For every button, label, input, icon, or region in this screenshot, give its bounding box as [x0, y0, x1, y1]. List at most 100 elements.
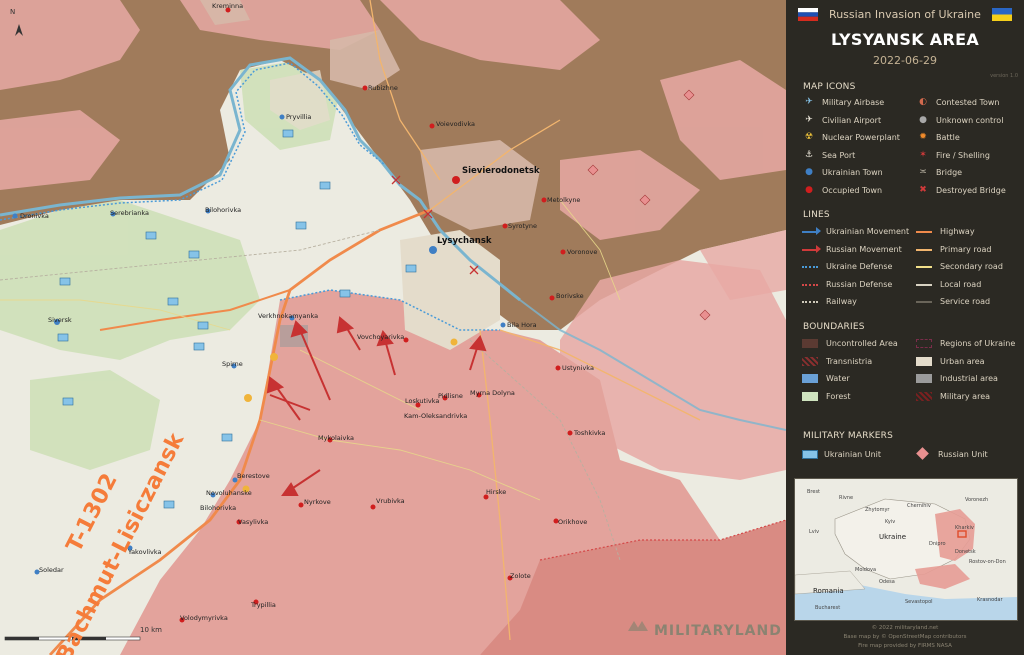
town-label: Trypillia: [251, 601, 276, 609]
credit-line: Fire map provided by FIRMS NASA: [858, 643, 952, 649]
legend-icon-label: Sea Port: [822, 150, 856, 160]
inset-label: Romania: [813, 587, 844, 595]
inset-label: Kyiv: [885, 519, 896, 525]
map-title: LYSYANSK AREA: [830, 30, 980, 49]
legend-boundary-swatch: [916, 356, 932, 366]
town-label: Soledar: [39, 566, 64, 574]
credit-line: © 2022 militaryland.net: [871, 625, 939, 631]
town-label: Pidlisne: [438, 392, 463, 400]
inset-label: Chernihiv: [907, 503, 931, 509]
legend-icon-label: Occupied Town: [822, 185, 883, 195]
ukrainian-unit-icon: [802, 450, 818, 459]
town-label: Serebrianka: [110, 209, 149, 217]
town-label-sievierodonetsk: Sievierodonetsk: [462, 166, 540, 176]
legend-line-swatch: [916, 266, 932, 268]
town-label: Ustynivka: [562, 364, 594, 372]
town-label: Spirne: [222, 360, 243, 368]
legend-icon-label: Nuclear Powerplant: [822, 133, 900, 142]
town-label: Metolkyne: [547, 196, 581, 204]
town-label: Vovchoyarivka: [357, 333, 405, 341]
inset-label: Bucharest: [815, 605, 841, 611]
inset-label: Sevastopol: [905, 599, 933, 605]
legend-line-label: Primary road: [940, 244, 992, 254]
legend-line-label: Secondary road: [940, 262, 1003, 271]
legend-icon-label: Destroyed Bridge: [936, 185, 1006, 195]
town-label: Toshkivka: [574, 429, 606, 437]
legend-icon-label: Battle: [936, 133, 960, 142]
legend-line-label: Russian Defense: [826, 279, 893, 289]
town-label: Novoluhanske: [206, 489, 252, 497]
legend-marker-label: Ukrainian Unit: [824, 450, 881, 459]
ukrainian-town-icon: ●: [805, 167, 813, 177]
legend-line-label: Russian Movement: [826, 244, 902, 254]
town-label: Berestove: [237, 472, 270, 480]
town-label: Syrotyne: [508, 222, 537, 230]
occupied-town-icon: ●: [805, 184, 813, 195]
inset-label: Kharkiv: [955, 525, 974, 531]
overview-inset-map: Brest Rivne Zhytomyr Kyiv Lviv Ukraine K…: [794, 478, 1018, 621]
battle-icon: ✹: [919, 132, 927, 142]
legend-boundary-swatch: [916, 374, 932, 383]
scale-label: 10 km: [140, 626, 163, 634]
legend-icon-label: Civilian Airport: [822, 115, 882, 125]
town-label: Hirske: [486, 488, 507, 496]
destroyed-bridge-icon: ✖: [919, 184, 927, 195]
map-canvas[interactable]: N Sievierodonetsk Lysychansk Kreminna Ru…: [0, 0, 786, 655]
town-label: Bila Hora: [507, 321, 537, 329]
town-label-lysychansk: Lysychansk: [437, 236, 492, 246]
legend-line-swatch: [802, 301, 818, 303]
inset-label: Ukraine: [879, 533, 907, 541]
town-label: Verkhnokamyanka: [258, 312, 319, 320]
credit-line: Base map by © OpenStreetMap contributors: [843, 634, 967, 640]
legend-line-label: Railway: [826, 297, 857, 306]
town-label: Bilohorivka: [200, 504, 237, 512]
legend-line-label: Ukraine Defense: [826, 262, 893, 271]
anchor-icon: ⚓: [804, 149, 814, 160]
legend-map-icons-title: MAP ICONS: [803, 82, 856, 92]
town-label: Mykolaivka: [318, 434, 355, 442]
fire-icon: ✶: [919, 149, 927, 160]
legend-boundary-swatch: [916, 391, 932, 401]
inset-label: Odesa: [879, 579, 895, 585]
contested-town-icon: ◐: [919, 97, 927, 107]
town-label: Loskutivka: [405, 397, 440, 405]
nuclear-icon: ☢: [804, 132, 814, 142]
map-version: version 1.0: [990, 73, 1018, 79]
legend-icon-label: Unknown control: [936, 115, 1004, 125]
town-label: Siversk: [48, 316, 72, 324]
legend-boundary-label: Forest: [826, 391, 851, 401]
legend-boundary-label: Military area: [940, 391, 991, 401]
legend-panel: Russian Invasion of Ukraine LYSYANSK ARE…: [786, 0, 1024, 655]
legend-boundary-swatch: [802, 391, 818, 401]
legend-boundaries-title: BOUNDARIES: [803, 322, 865, 332]
town-label: Voievodivka: [436, 120, 475, 128]
legend-line-swatch: [916, 248, 932, 251]
legend-line-swatch: [916, 283, 932, 286]
brand-watermark: MILITARYLAND: [654, 623, 782, 639]
legend-icon-label: Military Airbase: [822, 98, 885, 107]
legend-line-label: Service road: [940, 297, 991, 306]
bridge-icon: ≍: [919, 167, 927, 177]
legend-icon-label: Ukrainian Town: [822, 168, 883, 177]
russian-unit-icon: [916, 447, 929, 460]
town-label: Dronivka: [20, 212, 49, 220]
legend-icon-label: Fire / Shelling: [936, 150, 990, 160]
map-date: 2022-06-29: [873, 54, 937, 67]
inset-label: Donetsk: [955, 549, 976, 555]
airport-icon: ✈: [805, 114, 813, 125]
inset-label: Rostov-on-Don: [969, 559, 1006, 565]
legend-boundary-swatch: [802, 356, 818, 366]
legend-boundary-swatch: [802, 374, 818, 383]
inset-label: Lviv: [809, 529, 820, 535]
town-label: Borivske: [556, 292, 584, 300]
legend-boundary-label: Uncontrolled Area: [826, 339, 898, 348]
inset-label: Krasnodar: [977, 597, 1003, 603]
town-label: Zolote: [510, 572, 531, 580]
legend-marker-label: Russian Unit: [938, 450, 988, 459]
town-label: Voronove: [567, 248, 598, 256]
town-label: Vasylivka: [238, 518, 269, 526]
town-label: Rubizhne: [368, 84, 398, 92]
legend-icon-label: Contested Town: [936, 98, 1000, 107]
legend-lines-title: LINES: [803, 210, 830, 220]
town-label: Pryvillia: [286, 113, 312, 121]
